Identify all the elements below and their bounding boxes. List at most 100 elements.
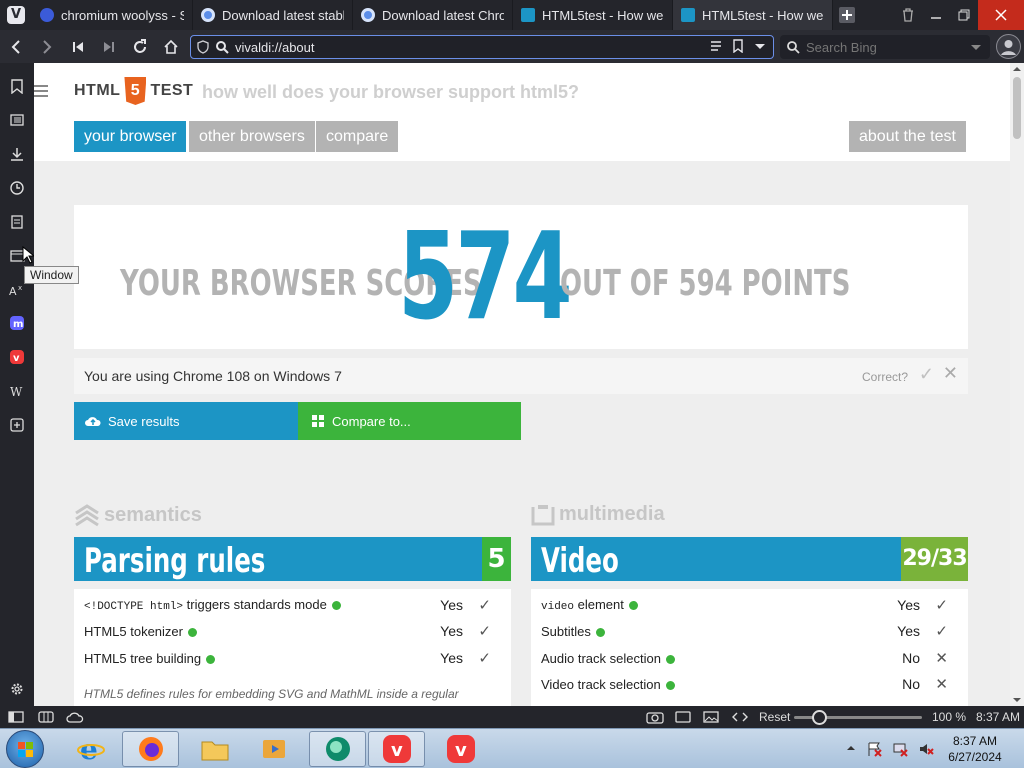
taskbar-explorer[interactable] [186,731,243,767]
tab-download-stable[interactable]: Download latest stable [193,0,353,30]
vivaldi-menu-button[interactable]: V [0,0,32,30]
image-toggle-icon[interactable] [703,711,719,723]
history-panel-button[interactable] [7,178,27,198]
downloads-panel-button[interactable] [7,144,27,164]
camera-icon[interactable] [646,710,664,724]
taskbar-internet-explorer[interactable]: e [62,731,119,767]
add-panel-button[interactable] [7,415,27,435]
svg-text:m: m [13,319,23,330]
search-input[interactable] [806,39,966,55]
test-label-text: Subtitles [541,623,591,639]
taskbar-vivaldi-2[interactable]: v [432,731,489,767]
mastodon-panel-button[interactable]: m [7,313,27,333]
page-scrollbar[interactable] [1010,63,1024,706]
bookmarks-panel-button[interactable] [7,76,27,96]
home-button[interactable] [155,30,186,63]
back-button[interactable] [0,30,31,63]
tab-chromium-woolyss[interactable]: chromium woolyss - Se [32,0,193,30]
tab-tiling-icon[interactable] [38,711,54,723]
notes-panel-button[interactable] [7,212,27,232]
reject-close-icon[interactable]: ✕ [943,363,958,384]
test-row[interactable]: HTML5 tree building Yes ✓ [84,645,501,671]
page-actions-icon[interactable] [732,711,748,723]
multimedia-icon [531,504,555,525]
status-clock: 8:37 AM [976,710,1021,724]
category-title: Video [541,541,619,581]
taskbar-clock[interactable]: 8:37 AM 6/27/2024 [944,733,1006,765]
vivaldi-panel-button[interactable]: v [7,347,27,367]
new-tab-button[interactable] [833,0,861,30]
settings-button[interactable] [7,679,27,699]
reload-button[interactable] [124,30,155,63]
zoom-reset-button[interactable]: Reset [759,710,790,724]
network-icon[interactable] [892,741,908,757]
vivaldi-icon: v [10,350,24,364]
reader-view-icon[interactable] [709,39,723,53]
test-row[interactable]: Subtitles Yes ✓ [541,618,958,644]
cloud-sync-icon[interactable] [66,711,84,723]
panel-toggle-icon[interactable] [8,711,24,723]
close-window-button[interactable] [978,0,1024,30]
tab-your-browser[interactable]: your browser [74,121,187,152]
scroll-up-icon[interactable] [1010,63,1024,75]
taskbar-vivaldi-1[interactable]: v [368,731,425,767]
shield-icon [197,40,209,54]
fast-forward-button[interactable] [93,30,124,63]
page-tiling-icon[interactable] [675,711,691,723]
svg-text:v: v [391,740,403,761]
tab-html5test-1[interactable]: HTML5test - How well d [513,0,673,30]
notes-icon [11,215,23,229]
confirm-check-icon[interactable]: ✓ [919,364,934,385]
taskbar-media-player[interactable] [246,731,303,767]
trash-button[interactable] [894,0,922,30]
tab-other-browsers[interactable]: other browsers [189,121,315,152]
wikipedia-panel-button[interactable]: W [7,381,27,401]
check-icon: ✓ [935,623,948,640]
semantics-icon [75,504,99,527]
search-field[interactable] [780,35,990,59]
category-points: 5 [482,537,511,581]
test-row[interactable]: video element Yes ✓ [541,592,958,618]
scrollbar-thumb[interactable] [1013,77,1021,139]
mouse-cursor-icon [22,246,34,264]
maximize-button[interactable] [950,0,978,30]
test-row[interactable]: <!DOCTYPE html> triggers standards mode … [84,592,501,618]
scroll-down-icon[interactable] [1010,694,1024,706]
bookmark-icon [11,78,23,94]
taskbar-app-green[interactable] [309,731,366,767]
forward-button[interactable] [31,30,62,63]
system-tray [846,741,934,757]
profile-avatar[interactable] [996,34,1021,59]
start-button[interactable] [6,730,44,768]
address-field[interactable]: vivaldi://about [190,35,774,59]
bookmark-icon[interactable] [731,39,745,53]
minimize-button[interactable] [922,0,950,30]
zoom-slider-handle[interactable] [812,710,827,725]
tab-compare[interactable]: compare [316,121,399,152]
tab-html5test-2[interactable]: HTML5test - How well d [673,0,833,30]
site-logo[interactable]: HTML 5 TEST [74,77,193,105]
check-icon: ✓ [478,597,491,614]
home-icon [163,39,178,54]
test-row[interactable]: Video track selection No ✕ [541,671,958,697]
compare-to-button[interactable]: Compare to... [298,402,521,440]
test-row[interactable]: Audio track selection No ✕ [541,645,958,671]
test-label-text: HTML5 tokenizer [84,623,183,639]
rewind-button[interactable] [62,30,93,63]
test-row[interactable]: HTML5 tokenizer Yes ✓ [84,618,501,644]
hamburger-menu-icon[interactable] [34,85,48,100]
logo-html-text: HTML [74,82,121,99]
action-center-flag-icon[interactable] [866,741,882,757]
chevron-down-icon[interactable] [970,41,982,53]
reading-list-panel-button[interactable] [7,110,27,130]
volume-icon[interactable] [918,741,934,757]
show-hidden-icons-icon[interactable] [846,741,856,755]
tab-download-chromium[interactable]: Download latest Chrom [353,0,513,30]
tab-about-the-test[interactable]: about the test [849,121,966,152]
plus-icon [839,7,855,23]
tab-favicon-icon [361,8,375,22]
taskbar-firefox[interactable] [122,731,179,767]
save-results-button[interactable]: Save results [74,402,298,440]
info-dot-icon [206,654,216,664]
chevron-down-icon[interactable] [753,39,767,53]
